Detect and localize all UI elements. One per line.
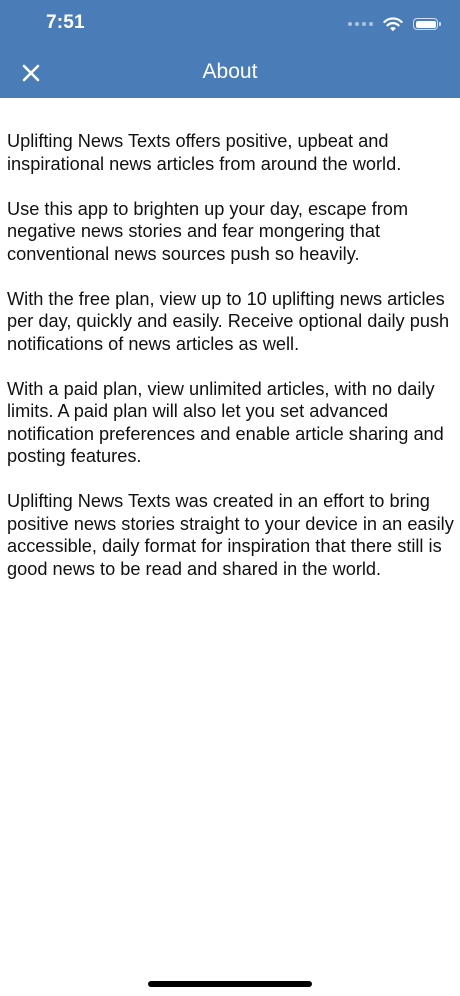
wifi-icon <box>383 16 403 31</box>
navigation-header: 7:51 About <box>0 0 460 98</box>
battery-icon <box>413 18 441 30</box>
about-paragraph-5: Uplifting News Texts was created in an e… <box>7 491 454 579</box>
about-content: Uplifting News Texts offers positive, up… <box>7 130 455 603</box>
status-time: 7:51 <box>46 12 85 33</box>
about-paragraph-3: With the free plan, view up to 10 uplift… <box>7 288 450 354</box>
about-paragraph-4: With a paid plan, view unlimited article… <box>7 378 444 467</box>
status-icons <box>348 14 441 34</box>
home-indicator[interactable] <box>148 981 312 987</box>
about-paragraph-2: Use this app to brighten up your day, es… <box>7 198 409 264</box>
signal-icon <box>348 22 373 26</box>
about-paragraph-1: Uplifting News Texts offers positive, up… <box>7 131 402 174</box>
page-title: About <box>202 60 258 83</box>
